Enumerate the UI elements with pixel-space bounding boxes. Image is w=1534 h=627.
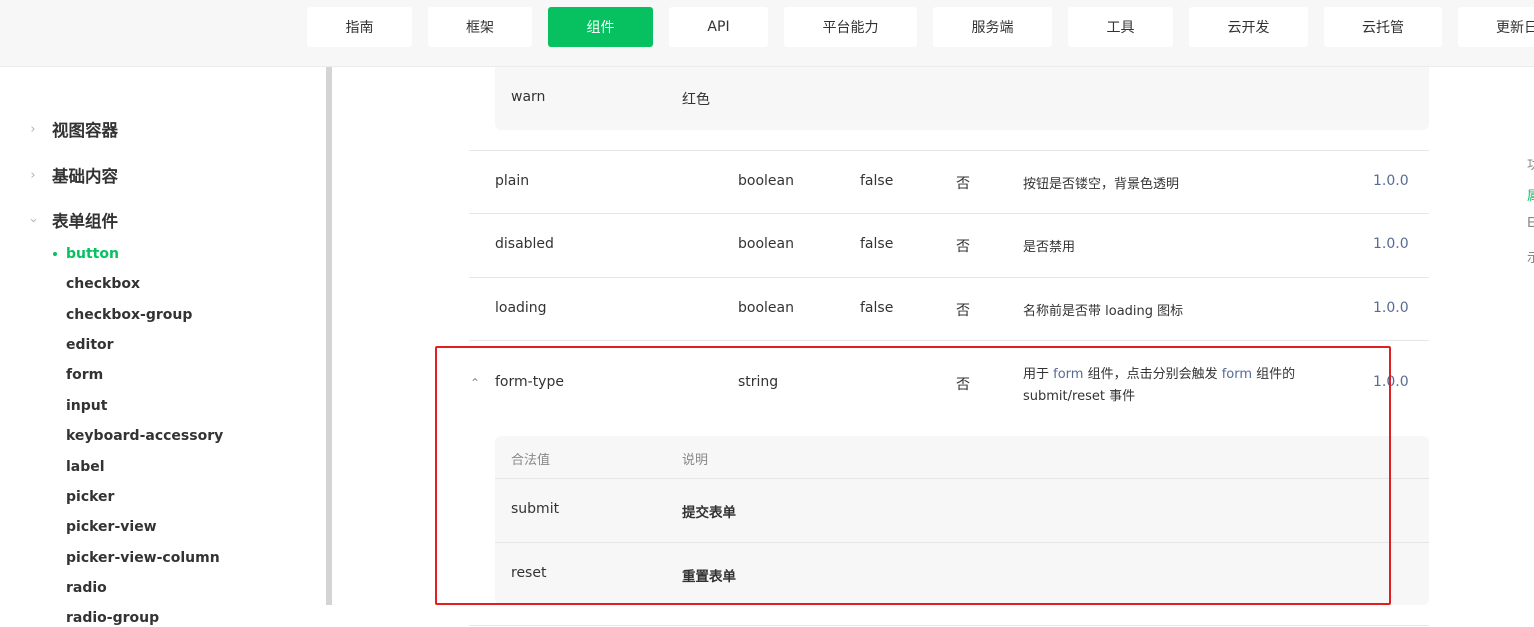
prop-version: 1.0.0 <box>1373 374 1409 390</box>
prop-default: false <box>860 236 894 252</box>
sub-header-value: 合法值 <box>511 453 551 468</box>
sidebar-category-basic-content[interactable]: › 基础内容 <box>26 163 118 187</box>
nav-cloud-dev[interactable]: 云开发 <box>1189 7 1308 47</box>
sub-value-desc: 重置表单 <box>682 569 736 585</box>
prop-version: 1.0.0 <box>1373 300 1409 316</box>
prop-default: false <box>860 300 894 316</box>
sub-value-desc: 红色 <box>682 92 710 108</box>
sub-header-desc: 说明 <box>682 453 709 468</box>
nav-changelog[interactable]: 更新日志 <box>1458 7 1534 47</box>
toc-item[interactable]: 示 <box>1527 247 1534 266</box>
prop-type: boolean <box>738 173 794 189</box>
sub-value-desc: 提交表单 <box>682 505 736 521</box>
prop-name: form-type <box>495 374 564 390</box>
nav-cloud-hosting[interactable]: 云托管 <box>1324 7 1442 47</box>
prop-version: 1.0.0 <box>1373 236 1409 252</box>
sidebar-item-picker[interactable]: picker <box>66 487 114 507</box>
toc-item[interactable]: E <box>1527 216 1534 231</box>
sidebar-category-view-container[interactable]: › 视图容器 <box>26 117 118 141</box>
nav-guide[interactable]: 指南 <box>307 7 412 47</box>
prop-name: plain <box>495 173 530 189</box>
sidebar-item-picker-view-column[interactable]: picker-view-column <box>66 548 220 568</box>
sidebar-item-checkbox-group[interactable]: checkbox-group <box>66 305 192 325</box>
prop-version: 1.0.0 <box>1373 173 1409 189</box>
sub-value-table <box>495 436 1429 605</box>
prop-required: 否 <box>956 176 970 192</box>
sidebar-item-picker-view[interactable]: picker-view <box>66 517 157 537</box>
sidebar-item-radio-group[interactable]: radio-group <box>66 608 159 627</box>
toc-item[interactable]: 功 <box>1527 154 1534 173</box>
sidebar-item-label: button <box>66 246 119 262</box>
chevron-down-icon: › <box>25 217 41 223</box>
sidebar-item-label[interactable]: label <box>66 457 105 477</box>
prop-name: loading <box>495 300 547 316</box>
sidebar-item-keyboard-accessory[interactable]: keyboard-accessory <box>66 426 223 446</box>
prop-required: 否 <box>956 303 970 319</box>
desc-text: 组件，点击分别会触发 <box>1083 367 1222 382</box>
prop-type: boolean <box>738 300 794 316</box>
nav-platform[interactable]: 平台能力 <box>784 7 917 47</box>
sub-value-name: warn <box>511 89 546 105</box>
active-dot-icon <box>53 252 57 256</box>
toc-item-active[interactable]: 属 <box>1527 185 1534 204</box>
sidebar <box>0 67 326 627</box>
sidebar-scrollbar[interactable] <box>326 67 332 605</box>
sidebar-item-radio[interactable]: radio <box>66 578 107 598</box>
chevron-right-icon: › <box>30 167 36 183</box>
sidebar-item-input[interactable]: input <box>66 396 107 416</box>
prop-required: 否 <box>956 239 970 255</box>
top-nav: 指南 框架 组件 API 平台能力 服务端 工具 云开发 云托管 更新日志 <box>0 0 1534 67</box>
category-label: 视图容器 <box>52 121 118 140</box>
sidebar-item-editor[interactable]: editor <box>66 335 114 355</box>
prop-desc: 用于 form 组件，点击分别会触发 form 组件的 <box>1023 363 1295 382</box>
category-label: 表单组件 <box>52 212 118 231</box>
row-divider <box>469 277 1429 278</box>
sidebar-item-form[interactable]: form <box>66 365 103 385</box>
row-divider <box>469 340 1429 341</box>
prop-desc: 名称前是否带 loading 图标 <box>1023 304 1184 319</box>
nav-api[interactable]: API <box>669 7 768 47</box>
form-link[interactable]: form <box>1053 367 1083 382</box>
prop-name: disabled <box>495 236 554 252</box>
sub-divider <box>495 542 1429 543</box>
row-divider <box>469 150 1429 151</box>
prop-required: 否 <box>956 377 970 393</box>
category-label: 基础内容 <box>52 167 118 186</box>
chevron-up-icon[interactable]: ⌃ <box>470 376 480 390</box>
prop-desc-line2: submit/reset 事件 <box>1023 389 1136 404</box>
desc-text: 用于 <box>1023 367 1054 382</box>
sub-value-name: reset <box>511 565 547 581</box>
sub-divider <box>495 478 1429 479</box>
prop-default: false <box>860 173 894 189</box>
prop-desc: 按钮是否镂空，背景色透明 <box>1023 177 1180 192</box>
sidebar-item-button[interactable]: button <box>53 244 119 264</box>
sidebar-item-checkbox[interactable]: checkbox <box>66 274 140 294</box>
chevron-right-icon: › <box>30 121 36 137</box>
nav-tools[interactable]: 工具 <box>1068 7 1173 47</box>
sidebar-category-form-components[interactable]: › 表单组件 <box>25 208 119 232</box>
sub-value-name: submit <box>511 501 560 517</box>
nav-server[interactable]: 服务端 <box>933 7 1052 47</box>
prop-type: boolean <box>738 236 794 252</box>
nav-framework[interactable]: 框架 <box>428 7 532 47</box>
row-divider <box>469 625 1429 626</box>
form-link[interactable]: form <box>1222 367 1252 382</box>
row-divider <box>469 213 1429 214</box>
desc-text: 组件的 <box>1252 367 1296 382</box>
prop-desc: 是否禁用 <box>1023 240 1076 255</box>
sub-value-table <box>495 67 1429 130</box>
prop-type: string <box>738 374 779 390</box>
nav-components[interactable]: 组件 <box>548 7 653 47</box>
